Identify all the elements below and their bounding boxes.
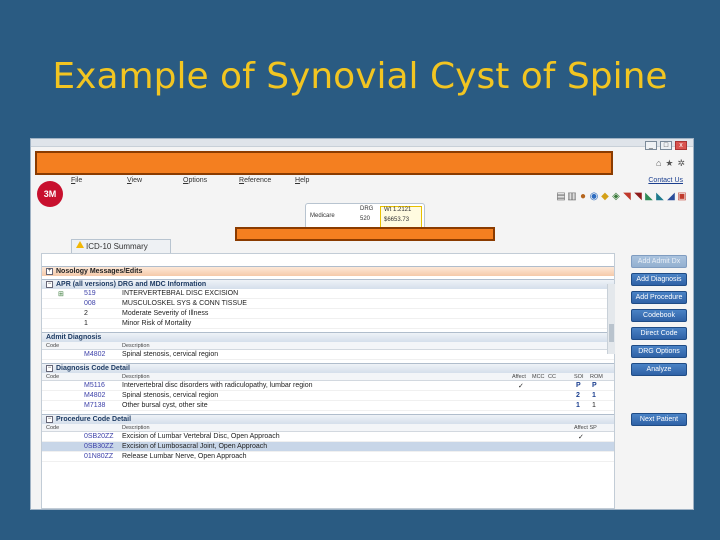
nav-icons: ⌂ ★ ✲ bbox=[656, 158, 685, 169]
add-diagnosis-button[interactable]: Add Diagnosis bbox=[631, 273, 687, 286]
close-button[interactable]: x bbox=[675, 141, 687, 150]
menu-reference[interactable]: Reference bbox=[239, 177, 295, 184]
table-row[interactable]: M4802 Spinal stenosis, cervical region 2… bbox=[42, 391, 614, 401]
collapse-icon[interactable]: − bbox=[46, 280, 53, 288]
book-icon[interactable]: ◆ bbox=[600, 191, 610, 202]
collapse-icon[interactable]: − bbox=[46, 364, 53, 372]
gear-icon[interactable]: ✲ bbox=[677, 158, 685, 169]
direct-code-button[interactable]: Direct Code bbox=[631, 327, 687, 340]
next-patient-button[interactable]: Next Patient bbox=[631, 413, 687, 426]
toolbar: ▤ ▥ ● ◉ ◆ ◈ ◥ ◥ ◣ ◣ ◢ ▣ bbox=[556, 191, 687, 202]
3m-logo: 3M bbox=[37, 181, 63, 207]
table-row[interactable]: M7138 Other bursal cyst, other site 1 1 bbox=[42, 401, 614, 411]
summary-panel: + Nosology Messages/Edits − APR (all versi… bbox=[41, 253, 615, 509]
help-icon[interactable]: ◉ bbox=[589, 191, 599, 202]
affect-check: ✓ bbox=[518, 383, 524, 390]
table-row[interactable]: M5116 Intervertebral disc disorders with… bbox=[42, 381, 614, 391]
drg-label: DRG bbox=[360, 206, 374, 212]
list-item[interactable]: 1 Minor Risk of Mortality bbox=[42, 319, 614, 329]
expand-icon[interactable]: + bbox=[46, 267, 53, 275]
tab-icd10-summary[interactable]: ICD-10 Summary bbox=[71, 239, 171, 253]
user-icon[interactable]: ● bbox=[578, 191, 588, 202]
flag-red-icon[interactable]: ◥ bbox=[622, 191, 632, 202]
menu-help[interactable]: Help bbox=[295, 177, 351, 184]
table-row[interactable]: 01N80ZZ Release Lumbar Nerve, Open Appro… bbox=[42, 452, 614, 462]
flag-green-icon[interactable]: ◣ bbox=[644, 191, 654, 202]
flag-blue-icon[interactable]: ◢ bbox=[666, 191, 676, 202]
menu-file[interactable]: File bbox=[71, 177, 127, 184]
menu-options[interactable]: Options bbox=[183, 177, 239, 184]
pdf-icon[interactable]: ▣ bbox=[677, 191, 687, 202]
home-icon[interactable]: ⌂ bbox=[656, 158, 661, 169]
drg-code: 520 bbox=[360, 216, 371, 222]
affect-check: ✓ bbox=[578, 434, 584, 441]
contact-us-link[interactable]: Contact Us bbox=[648, 177, 683, 184]
section-diagnosis-code-detail[interactable]: − Diagnosis Code Detail bbox=[42, 363, 614, 373]
menu-bar: File View Options Reference Help bbox=[71, 177, 351, 184]
scrollbar[interactable] bbox=[607, 284, 615, 354]
printer-icon[interactable]: ▤ bbox=[556, 191, 566, 202]
section-procedure-code-detail[interactable]: − Procedure Code Detail bbox=[42, 414, 614, 424]
drg-options-button[interactable]: DRG Options bbox=[631, 345, 687, 358]
codebook-button[interactable]: Codebook bbox=[631, 309, 687, 322]
window-titlebar bbox=[31, 139, 693, 147]
procedure-column-header: Code Description Affect SP bbox=[42, 424, 614, 432]
section-nosology[interactable]: + Nosology Messages/Edits bbox=[42, 266, 614, 276]
table-row[interactable]: M4802 Spinal stenosis, cervical region bbox=[42, 350, 614, 360]
redaction-bar-patient bbox=[235, 227, 495, 241]
redaction-bar-top bbox=[35, 151, 613, 175]
drg-summary-box: Medicare DRG 520 Wt 1.2121 $6653.73 bbox=[305, 203, 425, 229]
section-admit-diagnosis[interactable]: Admit Diagnosis bbox=[42, 332, 614, 342]
warning-icon bbox=[76, 241, 84, 248]
drg-payment: $6653.73 bbox=[384, 217, 410, 223]
diagnosis-column-header: Code Description Affect MCC CC SOI ROM bbox=[42, 373, 614, 381]
apr-rows: ⊞ 519 INTERVERTEBRAL DISC EXCISION 008 M… bbox=[42, 289, 614, 329]
flag-dark-icon[interactable]: ◥ bbox=[633, 191, 643, 202]
minimize-button[interactable]: _ bbox=[645, 141, 657, 150]
list-item[interactable]: 2 Moderate Severity of Illness bbox=[42, 309, 614, 319]
grouper-icon: ⊞ bbox=[58, 291, 64, 298]
star-icon[interactable]: ★ bbox=[665, 158, 673, 169]
print-preview-icon[interactable]: ▥ bbox=[567, 191, 577, 202]
table-row[interactable]: 0SB30ZZ Excision of Lumbosacral Joint, O… bbox=[42, 442, 614, 452]
add-procedure-button[interactable]: Add Procedure bbox=[631, 291, 687, 304]
list-item[interactable]: ⊞ 519 INTERVERTEBRAL DISC EXCISION bbox=[42, 289, 614, 299]
menu-view[interactable]: View bbox=[127, 177, 183, 184]
list-item[interactable]: 008 MUSCULOSKEL SYS & CONN TISSUE bbox=[42, 299, 614, 309]
admit-column-header: Code Description bbox=[42, 342, 614, 350]
tab-label: ICD-10 Summary bbox=[86, 242, 148, 251]
collapse-icon[interactable]: − bbox=[46, 415, 53, 423]
section-apr[interactable]: − APR (all versions) DRG and MDC Informat… bbox=[42, 279, 614, 289]
table-row[interactable]: 0SB20ZZ Excision of Lumbar Vertebral Dis… bbox=[42, 432, 614, 442]
flag-teal-icon[interactable]: ◣ bbox=[655, 191, 665, 202]
tag-icon[interactable]: ◈ bbox=[611, 191, 621, 202]
analyze-button[interactable]: Analyze bbox=[631, 363, 687, 376]
encoder-window: _ □ x ⌂ ★ ✲ Contact Us 3M File View Opti… bbox=[30, 138, 694, 510]
slide-title: Example of Synovial Cyst of Spine bbox=[52, 56, 668, 97]
drg-weight: Wt 1.2121 bbox=[384, 207, 412, 213]
add-admit-dx-button[interactable]: Add Admit Dx bbox=[631, 255, 687, 268]
drg-plan: Medicare bbox=[310, 213, 335, 219]
window-controls: _ □ x bbox=[645, 141, 687, 150]
maximize-button[interactable]: □ bbox=[660, 141, 672, 150]
